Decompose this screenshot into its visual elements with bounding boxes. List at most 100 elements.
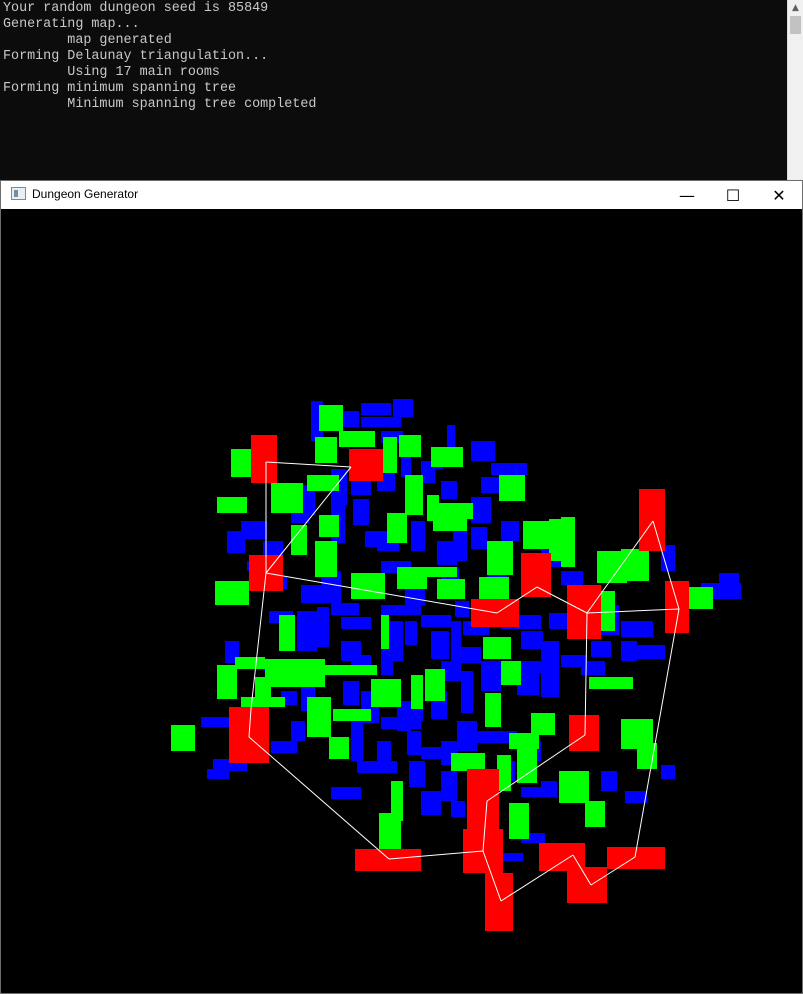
secondary-room [585, 801, 605, 827]
hallway-room [471, 497, 491, 523]
hallway-room [541, 781, 557, 797]
secondary-room [387, 513, 407, 543]
main-room [567, 867, 607, 903]
minimize-button[interactable]: — [664, 181, 710, 209]
hallway-room [381, 605, 421, 615]
secondary-room [517, 749, 537, 783]
app-window-icon [11, 187, 26, 200]
hallway-room [291, 721, 305, 741]
secondary-room [637, 743, 657, 769]
hallway-room [241, 521, 267, 539]
hallway-room [351, 481, 371, 495]
hallway-room [601, 771, 617, 791]
console-scrollbar[interactable]: ▲ [787, 0, 803, 180]
hallway-room [549, 613, 569, 629]
main-room [665, 581, 689, 633]
hallway-room [431, 631, 449, 659]
secondary-room [437, 579, 465, 599]
hallway-room [491, 463, 527, 475]
secondary-room [315, 437, 337, 463]
secondary-room [319, 515, 339, 537]
main-room [251, 435, 277, 483]
secondary-room [319, 405, 343, 431]
main-room [355, 849, 421, 871]
hallway-room [521, 661, 555, 673]
hallway-room [621, 621, 653, 637]
console-line: Minimum spanning tree completed [3, 97, 317, 112]
secondary-room [509, 803, 529, 839]
secondary-room [329, 737, 349, 759]
main-room [485, 873, 513, 931]
hallway-room [461, 647, 481, 663]
secondary-room [483, 637, 511, 659]
secondary-room [479, 577, 509, 599]
hallway-room [351, 655, 371, 665]
hallway-room [501, 521, 519, 541]
hallway-room [471, 441, 495, 461]
hallway-room [271, 741, 297, 753]
secondary-room [171, 725, 195, 751]
console-window: Your random dungeon seed is 85849 Genera… [0, 0, 803, 180]
console-line: Your random dungeon seed is 85849 [3, 1, 269, 16]
hallway-room [361, 403, 391, 415]
secondary-room [255, 677, 271, 697]
secondary-room [399, 435, 421, 457]
console-line: Using 17 main rooms [3, 65, 220, 80]
secondary-room [371, 679, 401, 707]
secondary-room [509, 733, 539, 749]
hallway-room [591, 641, 611, 657]
hallway-room [411, 521, 425, 551]
hallway-room [625, 791, 647, 803]
close-button[interactable]: ✕ [756, 181, 802, 209]
secondary-room [501, 661, 521, 685]
hallway-room [353, 499, 369, 525]
secondary-room [531, 713, 555, 735]
title-bar[interactable]: Dungeon Generator — ☐ ✕ [1, 181, 802, 209]
hallway-room [409, 761, 425, 787]
secondary-room [621, 549, 649, 581]
secondary-room [559, 771, 589, 803]
hallway-room [361, 417, 401, 427]
secondary-room [405, 475, 423, 515]
secondary-room [381, 615, 389, 649]
hallway-room [661, 765, 675, 779]
console-line: Forming Delaunay triangulation... [3, 49, 269, 64]
hallway-room [341, 411, 359, 427]
secondary-room [271, 483, 303, 513]
secondary-room [411, 567, 457, 577]
console-line: Generating map... [3, 17, 140, 32]
spanning-tree-edge [265, 461, 352, 468]
hallway-room [461, 671, 473, 713]
secondary-room [523, 521, 553, 549]
main-room [349, 449, 383, 481]
secondary-room [497, 755, 511, 791]
hallway-room [481, 477, 499, 493]
hallway-room [503, 853, 523, 861]
hallway-room [521, 631, 543, 649]
main-room [569, 715, 599, 751]
console-line: Forming minimum spanning tree [3, 81, 237, 96]
hallway-room [451, 621, 461, 661]
scrollbar-thumb[interactable] [790, 16, 801, 34]
secondary-room [589, 677, 633, 689]
scroll-up-arrow-icon[interactable]: ▲ [788, 1, 803, 15]
secondary-room [425, 669, 445, 701]
hallway-room [457, 721, 477, 751]
secondary-room [305, 665, 377, 675]
hallway-room [719, 573, 739, 583]
secondary-room [217, 497, 247, 513]
hallway-room [301, 585, 341, 603]
secondary-room [689, 587, 713, 609]
hallway-room [377, 741, 391, 771]
hallway-room [471, 527, 487, 549]
hallway-room [561, 571, 583, 585]
maximize-button[interactable]: ☐ [710, 181, 756, 209]
secondary-room [601, 591, 615, 631]
secondary-room [561, 517, 575, 567]
secondary-room [333, 709, 371, 721]
hallway-room [421, 615, 451, 627]
hallway-room [481, 661, 501, 691]
hallway-room [441, 771, 457, 801]
main-room [521, 553, 551, 597]
hallway-room [297, 611, 317, 651]
